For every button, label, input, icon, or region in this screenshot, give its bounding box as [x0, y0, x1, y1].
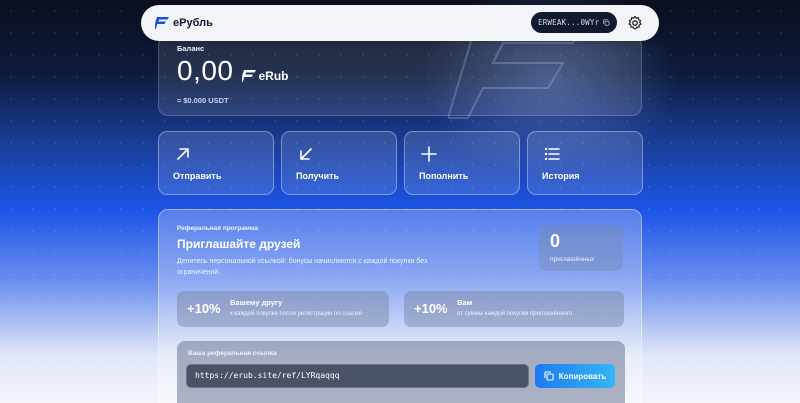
your-bonus-card: +10% Вам от суммы каждой покупки приглаш… [404, 291, 624, 327]
your-bonus-percent: +10% [414, 301, 448, 316]
invited-count-label: приглашённых [550, 256, 595, 263]
plus-icon [421, 146, 437, 162]
balance-amount: 0,00 [177, 55, 234, 86]
settings-gear-icon[interactable] [627, 15, 643, 31]
referral-kicker: Реферальная программа [177, 225, 259, 232]
balance-currency-label: eRub [258, 69, 289, 83]
erub-logo-icon [155, 17, 169, 29]
friend-bonus-title: Вашему другу [230, 298, 283, 307]
receive-button[interactable]: Получить [281, 131, 397, 195]
invited-count-box: 0 приглашённых [539, 225, 623, 271]
referral-description: Делитесь персональной ссылкой: бонусы на… [177, 258, 428, 276]
balance-currency: eRub [241, 69, 289, 87]
history-label: История [542, 171, 580, 181]
copy-link-button[interactable]: Копировать [535, 364, 615, 388]
top-up-label: Пополнить [419, 171, 469, 181]
brand-logo[interactable]: еРубль [155, 17, 213, 29]
invited-count: 0 [550, 231, 561, 251]
referral-link-field[interactable]: https://erub.site/ref/LYRqaqqq [186, 364, 529, 388]
copy-link-label: Копировать [558, 371, 607, 381]
list-icon [544, 147, 560, 161]
your-bonus-subtitle: от суммы каждой покупки приглашённого [457, 311, 573, 317]
referral-link-label: Ваша реферальная ссылка [188, 350, 277, 357]
referral-link-box: Ваша реферальная ссылка https://erub.sit… [177, 341, 625, 403]
top-up-button[interactable]: Пополнить [404, 131, 520, 195]
arrow-down-left-icon [300, 148, 312, 160]
balance-label: Баланс [177, 44, 205, 53]
referral-card: Реферальная программа Приглашайте друзей… [158, 209, 642, 403]
send-button[interactable]: Отправить [158, 131, 274, 195]
balance-usd: ≈ $0.000 USDT [177, 96, 229, 105]
receive-label: Получить [296, 171, 340, 181]
copy-icon [544, 371, 554, 381]
friend-bonus-subtitle: к каждой покупке после регистрации по сс… [230, 311, 363, 317]
send-label: Отправить [173, 171, 222, 181]
wallet-address-chip[interactable]: ERWEAK...0WYr [531, 12, 617, 33]
wallet-address: ERWEAK...0WYr [538, 18, 600, 27]
brand-name: еРубль [173, 17, 213, 29]
friend-bonus-percent: +10% [187, 301, 221, 316]
friend-bonus-card: +10% Вашему другу к каждой покупке после… [177, 291, 389, 327]
copy-icon[interactable] [603, 18, 610, 27]
history-button[interactable]: История [527, 131, 643, 195]
erub-currency-icon [241, 70, 256, 82]
arrow-up-right-icon [177, 148, 189, 160]
balance-card: Баланс 0,00 eRub ≈ $0.000 USDT [158, 36, 642, 116]
your-bonus-title: Вам [457, 298, 473, 307]
referral-title: Приглашайте друзей [177, 237, 301, 251]
balance-row: 0,00 eRub [177, 55, 289, 87]
